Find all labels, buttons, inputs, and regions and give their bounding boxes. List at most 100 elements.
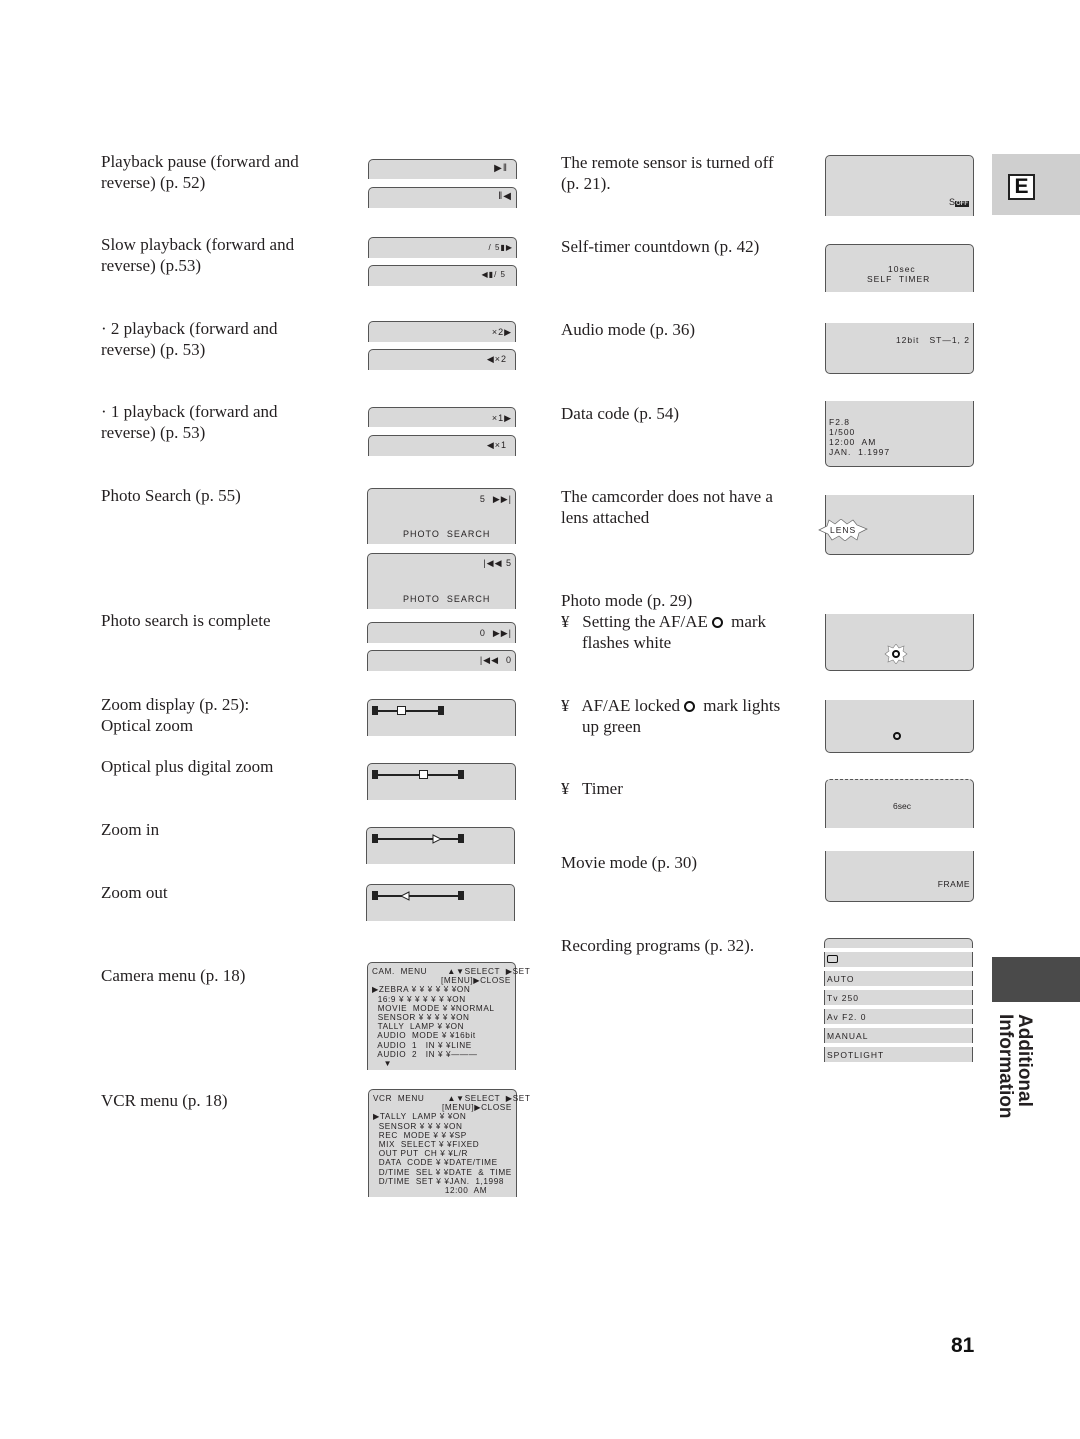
osd-line: AUDIO 2 IN ¥ ¥——— <box>372 1049 478 1059</box>
desc-line: Photo mode (p. 29) <box>561 591 693 610</box>
off-badge: OFF <box>955 201 969 207</box>
desc-line: lens attached <box>561 508 650 527</box>
camera-menu-text: CAM. MENU ▲▼SELECT ▶SET [MENU]▶CLOSE ▶ZEB… <box>372 967 530 1068</box>
self-timer-seconds: 10sec <box>888 264 916 274</box>
desc-x2-playback: · 2 playback (forward and reverse) (p. 5… <box>101 318 278 360</box>
desc-line: Self-timer countdown (p. 42) <box>561 237 760 256</box>
desc-line: reverse) (p.53) <box>101 256 202 275</box>
language-tab: E <box>992 154 1080 215</box>
bullet: ¥ <box>561 612 570 631</box>
osd-line: REC MODE ¥ ¥ ¥SP <box>373 1130 467 1140</box>
x2-reverse-indicator: ◀×2 <box>486 354 507 364</box>
zoom-track <box>377 895 459 897</box>
vcr-menu-text: VCR MENU ▲▼SELECT ▶SET [MENU]▶CLOSE ▶TALL… <box>373 1094 530 1195</box>
osd-line: ▼ <box>372 1059 393 1069</box>
desc-vcr-menu: VCR menu (p. 18) <box>101 1090 228 1111</box>
movie-mode-indicator: FRAME <box>937 879 970 889</box>
osd-line: ▶TALLY LAMP ¥ ¥ON <box>373 1112 467 1122</box>
easy-recording-icon <box>827 955 838 963</box>
osd-line: D/TIME SET ¥ ¥JAN. 1,1998 <box>373 1176 505 1186</box>
photo-search-label: PHOTO SEARCH <box>403 594 491 604</box>
osd-line: AUDIO 1 IN ¥ ¥LINE <box>372 1040 472 1050</box>
screen-pause-reverse: ‖◀ <box>368 187 517 208</box>
osd-line: TALLY LAMP ¥ ¥ON <box>372 1022 465 1032</box>
screen-optical-zoom <box>367 699 516 736</box>
zoom-wide-end-icon <box>372 891 378 900</box>
zoom-wide-end-icon <box>372 770 378 779</box>
program-row-manual: MANUAL <box>824 1028 973 1043</box>
screen-recording-programs-top <box>824 938 973 948</box>
osd-line: [MENU]▶CLOSE <box>373 1103 512 1113</box>
desc-line: Zoom display (p. 25): <box>101 695 250 714</box>
osd-line: CAM. MENU ▲▼SELECT ▶SET <box>372 967 531 976</box>
screen-x1-reverse: ◀×1 <box>368 435 516 456</box>
desc-zoom-display: Zoom display (p. 25): Optical zoom <box>101 694 249 736</box>
screen-photo-search-reverse: |◀◀ 5 PHOTO SEARCH <box>367 553 516 609</box>
osd-line: DATA CODE ¥ ¥DATE/TIME <box>373 1158 498 1168</box>
desc-line: · 1 playback (forward and <box>101 402 278 421</box>
osd-line: D/TIME SEL ¥ ¥DATE & TIME <box>373 1167 512 1177</box>
desc-playback-pause: Playback pause (forward and reverse) (p.… <box>101 151 299 193</box>
program-label: AUTO <box>827 974 855 984</box>
zoom-position-marker <box>418 770 428 779</box>
desc-line: · 2 playback (forward and <box>101 319 278 338</box>
screen-no-lens: LENS <box>818 495 974 555</box>
timer-seconds: 6sec <box>893 801 911 811</box>
search-reverse-count: |◀◀ 5 <box>483 558 512 568</box>
zoom-wide-end-icon <box>372 706 378 715</box>
osd-line: 12:00 AM <box>829 437 877 447</box>
screen-af-ae-flashing <box>825 614 974 671</box>
zoom-tele-end-icon <box>438 706 444 715</box>
desc-line: Optical zoom <box>101 716 194 735</box>
screen-search-complete-forward: 0 ▶▶| <box>367 622 516 643</box>
desc-line: VCR menu (p. 18) <box>101 1091 228 1110</box>
osd-line: AUDIO MODE ¥ ¥16bit <box>372 1031 476 1041</box>
desc-line: Data code (p. 54) <box>561 404 680 423</box>
zoom-bar <box>372 891 464 901</box>
program-label: MANUAL <box>827 1031 869 1041</box>
zoom-tele-end-icon <box>458 834 464 843</box>
desc-line: Zoom in <box>101 820 160 839</box>
zoom-tele-end-icon <box>458 891 464 900</box>
search-forward-count: 5 ▶▶| <box>479 494 512 504</box>
photo-search-label: PHOTO SEARCH <box>403 529 491 539</box>
desc-line: reverse) (p. 53) <box>101 340 206 359</box>
screen-vcr-menu: VCR MENU ▲▼SELECT ▶SET [MENU]▶CLOSE ▶TALL… <box>368 1089 530 1197</box>
bullet: ¥ <box>561 696 570 715</box>
screen-af-ae-locked <box>825 700 974 753</box>
screen-x2-reverse: ◀×2 <box>368 349 516 370</box>
zoom-track <box>377 710 439 712</box>
desc-line: Recording programs (p. 32). <box>561 936 755 955</box>
complete-reverse-count: |◀◀ 0 <box>479 655 512 665</box>
screen-movie-mode: FRAME <box>825 851 974 902</box>
desc-movie-mode: Movie mode (p. 30) <box>561 852 697 873</box>
zoom-wide-end-icon <box>372 834 378 843</box>
af-ae-flashing-icon <box>884 644 908 664</box>
section-tab <box>992 957 1080 1002</box>
osd-line: [MENU]▶CLOSE <box>372 976 511 986</box>
audio-mode-indicator: 12bit ST—1, 2 <box>895 335 970 345</box>
program-row-easy <box>824 952 973 967</box>
screen-slow-forward: / 5▮▶ <box>368 237 517 258</box>
desc-af-ae-locked: ¥ AF/AE locked mark lights up green <box>561 695 780 737</box>
desc-line: up green <box>582 717 642 736</box>
osd-line: ▶ZEBRA ¥ ¥ ¥ ¥ ¥ ¥ON <box>372 985 471 995</box>
lens-warning-text: LENS <box>830 525 857 535</box>
program-label: Tv 250 <box>827 993 859 1003</box>
desc-line: Photo Search (p. 55) <box>101 486 241 505</box>
desc-zoom-out: Zoom out <box>101 882 168 903</box>
screen-self-timer: 10sec SELF TIMER <box>825 244 974 292</box>
desc-line: The remote sensor is turned off <box>561 153 774 172</box>
osd-line: OUT PUT CH ¥ ¥L/R <box>373 1149 468 1159</box>
desc-remote-sensor-off: The remote sensor is turned off (p. 21). <box>561 152 774 194</box>
zoom-bar <box>372 834 464 844</box>
screen-zoom-out <box>366 884 515 921</box>
program-label: SPOTLIGHT <box>827 1050 885 1060</box>
slow-forward-indicator: / 5▮▶ <box>488 243 513 252</box>
program-label: Av F2. 0 <box>827 1012 867 1022</box>
program-row-spotlight: SPOTLIGHT <box>824 1047 973 1062</box>
bullet: ¥ <box>561 779 570 798</box>
desc-self-timer: Self-timer countdown (p. 42) <box>561 236 759 257</box>
desc-x1-playback: · 1 playback (forward and reverse) (p. 5… <box>101 401 278 443</box>
osd-line: MIX SELECT ¥ ¥FIXED <box>373 1140 480 1150</box>
